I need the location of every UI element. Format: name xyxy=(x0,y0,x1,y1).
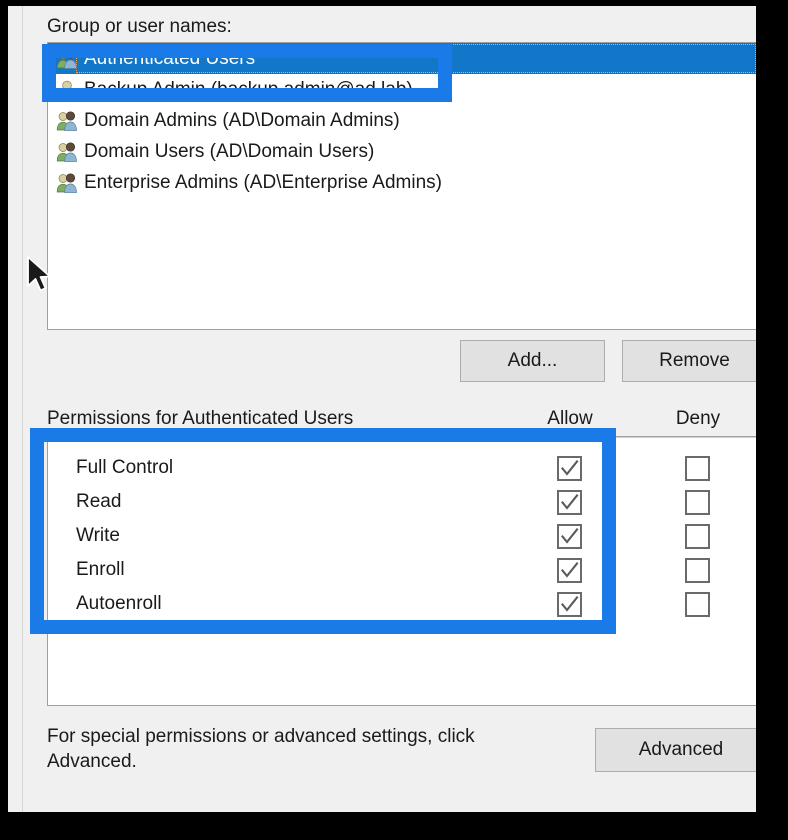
user-list-item-label: Authenticated Users xyxy=(84,47,256,69)
single-user-icon xyxy=(58,80,76,100)
permissions-list[interactable]: Full Control Read Write Enroll Autoenroll xyxy=(47,436,756,706)
allow-checkbox[interactable] xyxy=(557,591,582,617)
user-list-item-label: Domain Users (AD\Domain Users) xyxy=(84,140,375,162)
user-list-item-label: Backup Admin (backup.admin@ad.lab) xyxy=(84,78,413,100)
user-list-item[interactable]: Enterprise Admins (AD\Enterprise Admins) xyxy=(48,167,756,198)
allow-checkbox[interactable] xyxy=(557,489,582,515)
permissions-for-label: Permissions for Authenticated Users xyxy=(47,408,354,429)
permission-row: Full Control xyxy=(48,451,756,485)
user-list-item[interactable]: Domain Users (AD\Domain Users) xyxy=(48,136,756,167)
check-mark-icon xyxy=(561,527,579,544)
permission-label: Read xyxy=(76,491,122,512)
permissions-top-divider xyxy=(48,437,756,438)
permission-row: Autoenroll xyxy=(48,587,756,621)
group-users-icon xyxy=(56,48,77,69)
group-users-icon xyxy=(56,172,77,193)
group-users-icon xyxy=(56,110,77,131)
group-or-user-names-label: Group or user names: xyxy=(47,16,232,37)
user-list-item-label: Domain Admins (AD\Domain Admins) xyxy=(84,109,400,131)
screenshot-root: Group or user names: Authenticated Users… xyxy=(0,0,788,840)
remove-button[interactable]: Remove xyxy=(622,340,756,382)
allow-column-header: Allow xyxy=(547,408,593,429)
deny-column-header: Deny xyxy=(675,408,721,429)
allow-checkbox[interactable] xyxy=(557,557,582,583)
user-list-item[interactable]: Domain Admins (AD\Domain Admins) xyxy=(48,105,756,136)
check-mark-icon xyxy=(561,595,579,612)
check-mark-icon xyxy=(561,561,579,578)
permission-row: Write xyxy=(48,519,756,553)
deny-checkbox[interactable] xyxy=(685,557,710,583)
group-or-user-names-list[interactable]: Authenticated Users Backup Admin (backup.… xyxy=(47,42,756,330)
security-permissions-dialog: Group or user names: Authenticated Users… xyxy=(8,6,756,812)
user-list-item-label: Enterprise Admins (AD\Enterprise Admins) xyxy=(84,171,442,193)
check-mark-icon xyxy=(561,459,579,476)
user-list-item-selected[interactable]: Authenticated Users xyxy=(48,43,756,74)
deny-checkbox[interactable] xyxy=(685,523,710,549)
permission-row: Enroll xyxy=(48,553,756,587)
allow-checkbox[interactable] xyxy=(557,455,582,481)
check-mark-icon xyxy=(561,493,579,510)
advanced-button[interactable]: Advanced xyxy=(595,728,756,772)
dialog-content-area: Group or user names: Authenticated Users… xyxy=(22,6,756,812)
permission-label: Write xyxy=(76,525,120,546)
add-button[interactable]: Add... xyxy=(460,340,605,382)
allow-checkbox[interactable] xyxy=(557,523,582,549)
advanced-help-text: For special permissions or advanced sett… xyxy=(47,726,475,772)
permission-label: Full Control xyxy=(76,457,174,478)
user-list-item[interactable]: Backup Admin (backup.admin@ad.lab) xyxy=(48,74,756,105)
permission-row: Read xyxy=(48,485,756,519)
permission-label: Enroll xyxy=(76,559,125,580)
deny-checkbox[interactable] xyxy=(685,489,710,515)
deny-checkbox[interactable] xyxy=(685,591,710,617)
deny-checkbox[interactable] xyxy=(685,455,710,481)
group-users-icon xyxy=(56,141,77,162)
permission-label: Autoenroll xyxy=(76,593,162,614)
